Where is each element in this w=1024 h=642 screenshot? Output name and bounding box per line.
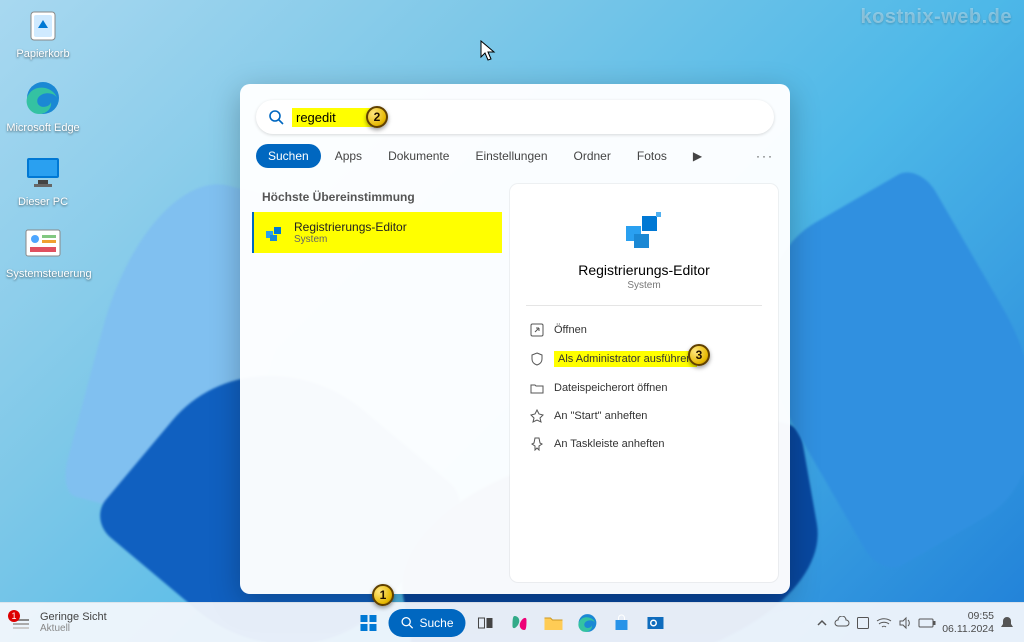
action-run-as-admin[interactable]: Als Administrator ausführen 3 [526, 344, 762, 374]
desktop-icon-label: Dieser PC [18, 196, 68, 208]
pin-icon [530, 437, 544, 451]
search-box[interactable]: 2 [256, 100, 774, 134]
annotation-badge-1: 1 [372, 584, 394, 606]
recycle-bin-icon [23, 4, 63, 44]
annotation-badge-3: 3 [688, 344, 710, 366]
regedit-icon [264, 223, 284, 243]
copilot-button[interactable] [506, 609, 534, 637]
desktop-icon-this-pc[interactable]: Dieser PC [6, 152, 80, 208]
clock-time: 09:55 [942, 610, 994, 622]
tab-more-dots[interactable]: ··· [756, 149, 774, 163]
action-label: Öffnen [554, 324, 587, 336]
action-label: An "Start" anheften [554, 410, 647, 422]
explorer-button[interactable] [540, 609, 568, 637]
control-panel-icon [23, 224, 63, 264]
weather-subtitle: Aktuell [40, 623, 107, 634]
weather-badge: 1 [8, 610, 20, 622]
monitor-icon [23, 152, 63, 192]
taskbar-search-label: Suche [419, 616, 453, 630]
action-open-file-location[interactable]: Dateispeicherort öffnen [526, 374, 762, 402]
action-open[interactable]: Öffnen [526, 316, 762, 344]
search-icon [400, 616, 413, 629]
action-pin-to-start[interactable]: An "Start" anheften [526, 402, 762, 430]
best-match-heading: Höchste Übereinstimmung [252, 184, 502, 212]
windows-icon [358, 613, 378, 633]
wifi-icon[interactable] [876, 617, 892, 629]
edge-taskbar-button[interactable] [574, 609, 602, 637]
tab-suchen[interactable]: Suchen [256, 144, 321, 168]
desktop-icon-recycle-bin[interactable]: Papierkorb [6, 4, 80, 60]
taskbar: 1 Geringe Sicht Aktuell Suche [0, 602, 1024, 642]
search-input[interactable] [292, 108, 372, 127]
desktop-icon-label: Papierkorb [16, 48, 69, 60]
taskbar-clock[interactable]: 09:55 06.11.2024 [942, 610, 994, 634]
battery-icon[interactable] [918, 617, 936, 629]
outlook-icon [647, 614, 665, 632]
tab-ordner[interactable]: Ordner [562, 144, 623, 168]
tab-next-arrow[interactable]: ▶ [681, 144, 714, 168]
search-panel: 2 Suchen Apps Dokumente Einstellungen Or… [240, 84, 790, 594]
preview-title: Registrierungs-Editor [578, 262, 710, 278]
result-subtitle: System [294, 234, 407, 245]
watermark: kostnix-web.de [861, 6, 1012, 29]
folder-icon [544, 614, 564, 632]
folder-icon [530, 381, 544, 395]
action-label: Als Administrator ausführen [554, 351, 697, 367]
outlook-button[interactable] [642, 609, 670, 637]
preview-column: Registrierungs-Editor System Öffnen Als … [510, 184, 778, 582]
desktop-icon-edge[interactable]: Microsoft Edge [6, 78, 80, 134]
onedrive-icon[interactable] [834, 616, 850, 630]
language-icon[interactable] [856, 616, 870, 630]
task-view-button[interactable] [472, 609, 500, 637]
edge-icon [23, 78, 63, 118]
notifications-icon[interactable] [1000, 615, 1014, 631]
shield-icon [530, 352, 544, 366]
task-view-icon [477, 614, 495, 632]
copilot-icon [510, 613, 530, 633]
clock-date: 06.11.2024 [942, 623, 994, 635]
desktop-icon-control-panel[interactable]: Systemsteuerung [6, 224, 80, 280]
result-title: Registrierungs-Editor [294, 220, 407, 234]
tab-apps[interactable]: Apps [323, 144, 374, 168]
annotation-badge-2: 2 [366, 106, 388, 128]
edge-icon [578, 613, 598, 633]
taskbar-search-button[interactable]: Suche [388, 609, 465, 637]
store-button[interactable] [608, 609, 636, 637]
taskbar-system-tray: 09:55 06.11.2024 [806, 610, 1024, 634]
weather-fog-icon: 1 [10, 612, 32, 634]
pin-icon [530, 409, 544, 423]
action-label: Dateispeicherort öffnen [554, 382, 668, 394]
result-item-regedit[interactable]: Registrierungs-Editor System [252, 212, 502, 253]
preview-subtitle: System [627, 280, 660, 291]
tab-fotos[interactable]: Fotos [625, 144, 679, 168]
chevron-up-icon[interactable] [816, 617, 828, 629]
search-icon [268, 109, 284, 125]
taskbar-center: Suche [354, 609, 669, 637]
desktop-icon-label: Systemsteuerung [6, 268, 92, 280]
action-label: An Taskleiste anheften [554, 438, 664, 450]
open-icon [530, 323, 544, 337]
search-filter-tabs: Suchen Apps Dokumente Einstellungen Ordn… [240, 144, 790, 176]
results-column: Höchste Übereinstimmung Registrierungs-E… [252, 184, 502, 582]
regedit-large-icon [620, 206, 668, 254]
action-pin-to-taskbar[interactable]: An Taskleiste anheften [526, 430, 762, 458]
start-button[interactable] [354, 609, 382, 637]
store-icon [613, 614, 631, 632]
tab-einstellungen[interactable]: Einstellungen [463, 144, 559, 168]
tab-dokumente[interactable]: Dokumente [376, 144, 461, 168]
mouse-cursor [480, 40, 498, 62]
weather-title: Geringe Sicht [40, 611, 107, 623]
volume-icon[interactable] [898, 616, 912, 630]
taskbar-weather-widget[interactable]: 1 Geringe Sicht Aktuell [0, 611, 117, 634]
desktop-icon-label: Microsoft Edge [6, 122, 79, 134]
